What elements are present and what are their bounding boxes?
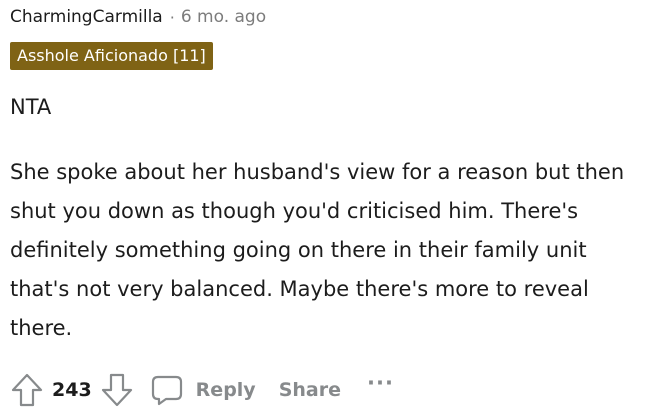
upvote-arrow-icon	[11, 373, 43, 407]
comment-author[interactable]: CharmingCarmilla	[10, 7, 163, 27]
user-flair: Asshole Aficionado [11]	[10, 42, 213, 70]
upvote-button[interactable]	[10, 372, 44, 408]
comment-body: NTA She spoke about her husband's view f…	[10, 88, 650, 348]
comment-verdict: NTA	[10, 95, 52, 119]
speech-bubble-icon	[151, 375, 182, 406]
comment-paragraph: She spoke about her husband's view for a…	[10, 160, 625, 340]
comment-action-bar: 243 Reply Share ···	[10, 370, 394, 410]
downvote-button[interactable]	[100, 372, 134, 408]
reply-button[interactable]: Reply	[150, 373, 256, 407]
more-options-button[interactable]: ···	[367, 371, 394, 395]
reply-label: Reply	[195, 379, 256, 401]
meta-separator: ·	[169, 7, 175, 27]
comment-meta: CharmingCarmilla · 6 mo. ago	[10, 4, 266, 30]
vote-score: 243	[52, 379, 92, 401]
share-button[interactable]: Share	[279, 379, 341, 401]
comment-timestamp[interactable]: 6 mo. ago	[181, 7, 266, 27]
downvote-arrow-icon	[101, 373, 132, 407]
